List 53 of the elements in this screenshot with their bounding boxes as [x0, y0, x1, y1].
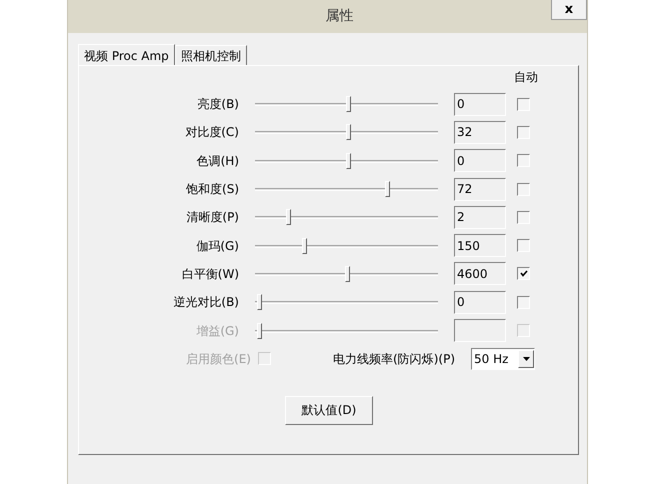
- slider-thumb[interactable]: [256, 294, 262, 310]
- slider[interactable]: [255, 152, 438, 170]
- value-field[interactable]: 0: [454, 290, 506, 314]
- property-label: 增益(G): [195, 322, 239, 340]
- property-label: 白平衡(W): [180, 266, 239, 283]
- slider[interactable]: [255, 208, 438, 226]
- checkbox[interactable]: [517, 210, 530, 224]
- slider[interactable]: [255, 123, 438, 142]
- value-field[interactable]: 0: [454, 92, 506, 116]
- checkbox[interactable]: [517, 98, 530, 111]
- value-field[interactable]: [454, 319, 506, 342]
- tab[interactable]: 视频 Proc Amp: [78, 44, 175, 66]
- property-label: 伽玛(G): [195, 238, 239, 255]
- slider[interactable]: [255, 236, 438, 255]
- property-label: 饱和度(S): [185, 181, 239, 198]
- slider[interactable]: [255, 293, 438, 312]
- slider-thumb[interactable]: [346, 96, 352, 112]
- slider[interactable]: [255, 322, 438, 340]
- checkbox[interactable]: [517, 267, 530, 280]
- slider[interactable]: [255, 264, 438, 283]
- power-line-label: 电力线频率(防闪烁)(P): [332, 350, 455, 368]
- checkmark-icon: [520, 270, 528, 278]
- close-button[interactable]: x: [551, 0, 587, 20]
- slider-thumb[interactable]: [344, 266, 350, 282]
- slider[interactable]: [255, 180, 438, 198]
- value-field[interactable]: 32: [454, 120, 506, 144]
- checkbox[interactable]: [517, 239, 530, 252]
- checkbox[interactable]: [517, 154, 530, 168]
- slider-thumb[interactable]: [346, 124, 352, 140]
- property-label: 逆光对比(B): [172, 294, 239, 312]
- checkbox[interactable]: [517, 296, 530, 309]
- slider-thumb[interactable]: [346, 152, 352, 169]
- tab[interactable]: 照相机控制: [174, 45, 247, 65]
- column-header: 自动: [514, 69, 538, 86]
- value-field[interactable]: 2: [454, 206, 506, 229]
- window-title: 属性: [326, 7, 354, 26]
- property-label: 对比度(C): [184, 124, 239, 142]
- property-label: 色调(H): [196, 152, 239, 170]
- slider-thumb[interactable]: [286, 209, 291, 226]
- property-label: 清晰度(P): [185, 209, 239, 226]
- frequency-dropdown[interactable]: 50 Hz: [471, 348, 535, 370]
- enable-color-label: 启用颜色(E): [185, 350, 251, 368]
- slider[interactable]: [255, 95, 438, 114]
- default-button[interactable]: 默认值(D): [285, 396, 373, 425]
- property-label: 亮度(B): [196, 96, 239, 114]
- value-field[interactable]: 72: [454, 178, 506, 201]
- slider-thumb[interactable]: [302, 238, 308, 254]
- slider-thumb[interactable]: [384, 181, 390, 198]
- checkbox[interactable]: [517, 126, 530, 139]
- value-field[interactable]: 0: [454, 149, 506, 172]
- value-field[interactable]: 150: [454, 234, 506, 258]
- checkbox[interactable]: [517, 182, 530, 196]
- value-field[interactable]: 4600: [454, 262, 506, 286]
